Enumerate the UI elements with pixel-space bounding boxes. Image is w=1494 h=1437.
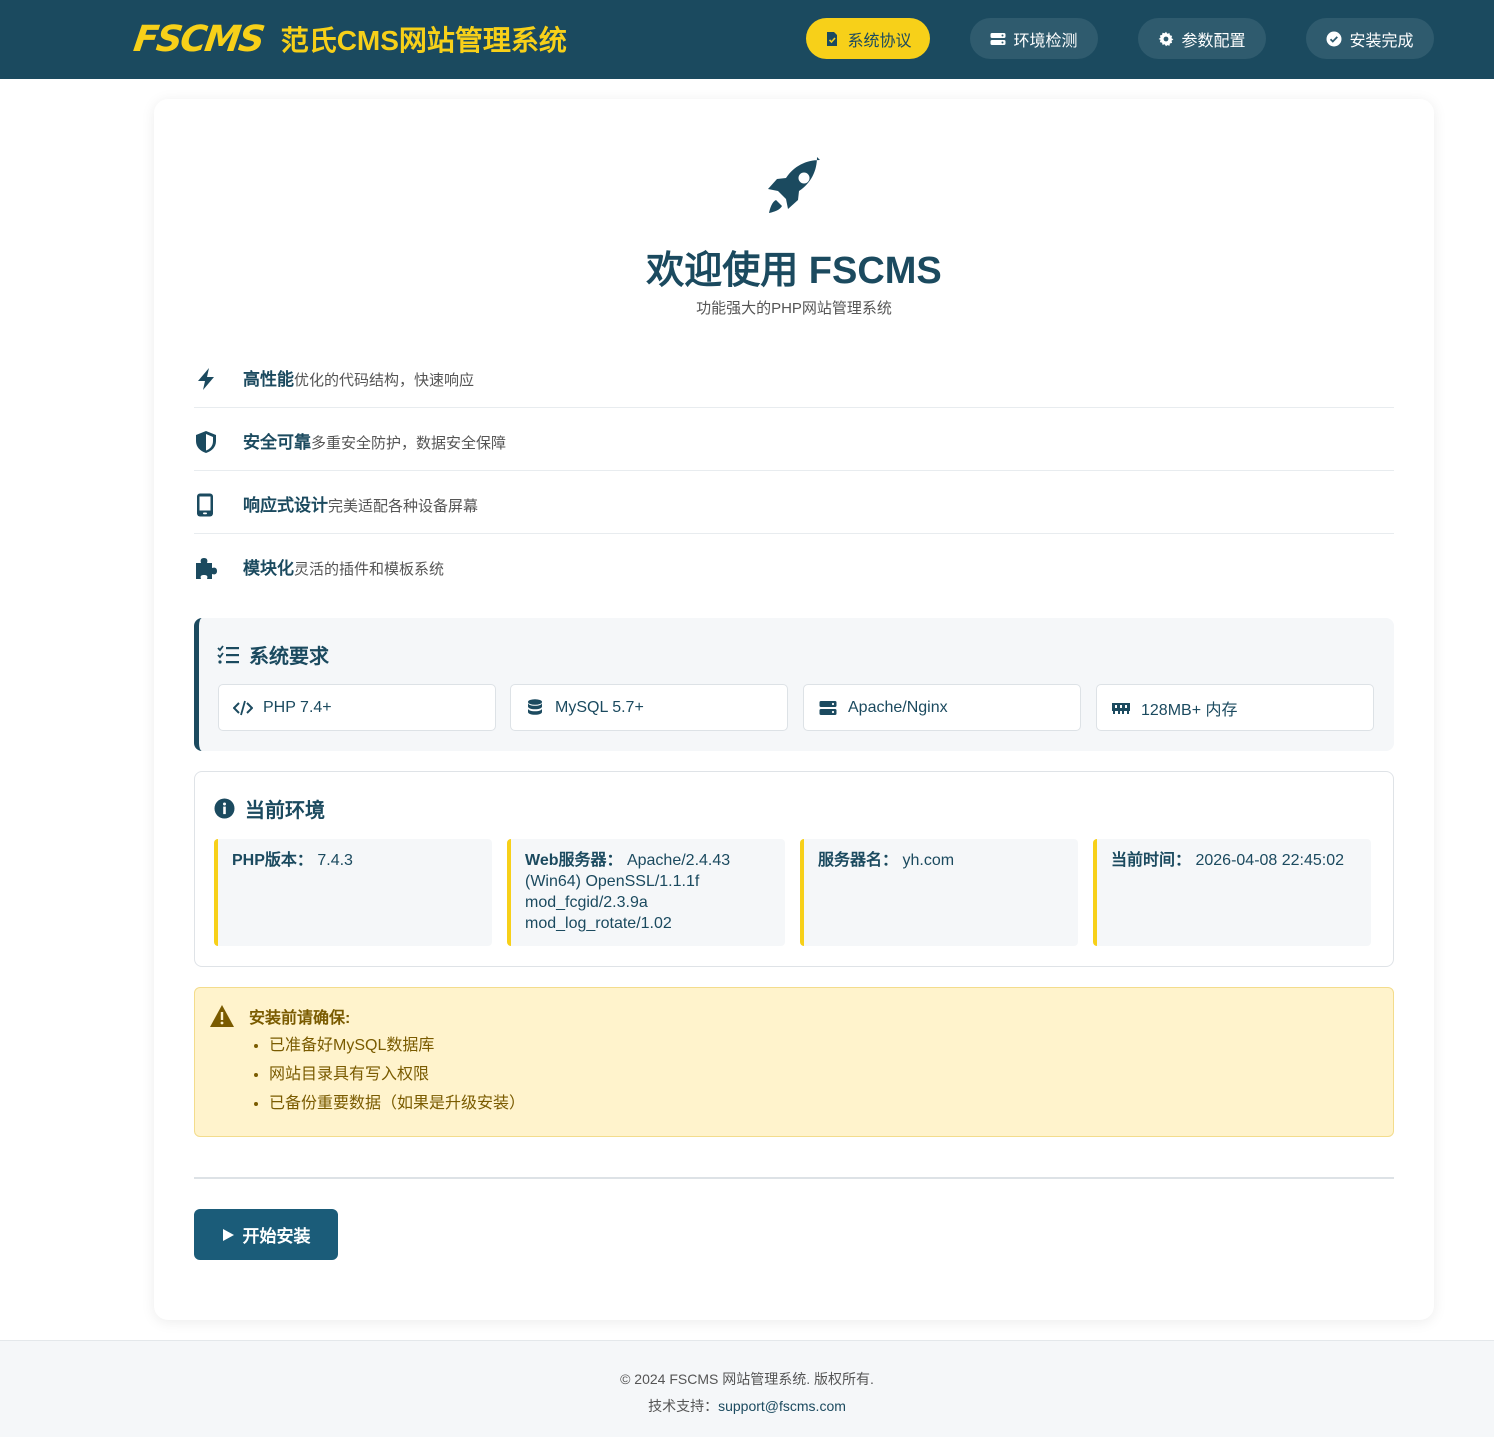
env-value: 2026-04-08 22:45:02 [1195,852,1345,869]
feature-item: 高性能优化的代码结构，快速响应 [194,345,1394,408]
footer: © 2024 FSCMS 网站管理系统. 版权所有. 技术支持：support@… [0,1340,1494,1437]
env-current-time: 当前时间： 2026-04-08 22:45:02 [1093,839,1371,946]
support-line: 技术支持：support@fscms.com [0,1396,1494,1416]
env-label: Web服务器： [525,852,623,869]
logo-mark: FSCMS [131,18,266,60]
feature-title: 安全可靠 [243,433,311,452]
feature-title: 高性能 [243,370,294,389]
check-circle-icon [1326,31,1342,46]
server-icon [990,32,1006,45]
feature-desc: 灵活的插件和模板系统 [294,561,445,578]
step-config[interactable]: 参数配置 [1138,18,1266,59]
welcome-title: 欢迎使用 FSCMS [646,250,942,292]
memory-icon [1112,702,1130,714]
env-label: PHP版本： [232,852,313,869]
warning-title: 安装前请确保: [249,1010,351,1027]
top-navbar: FSCMS 范氏CMS网站管理系统 系统协议 环境检测 参数配置 安装完成 [0,0,1494,79]
env-value: 7.4.3 [317,852,353,869]
step-complete[interactable]: 安装完成 [1306,18,1434,59]
env-server-name: 服务器名： yh.com [800,839,1078,946]
step-label: 系统协议 [847,32,912,50]
requirement-mysql: MySQL 5.7+ [510,684,788,731]
requirement-webserver: Apache/Nginx [803,684,1081,731]
puzzle-icon [196,558,217,579]
server-icon [819,700,837,715]
support-email-link[interactable]: support@fscms.com [718,1398,846,1414]
requirements-title: 系统要求 [217,640,329,669]
warning-item: 网站目录具有写入权限 [269,1065,525,1094]
environment-panel: 当前环境 PHP版本： 7.4.3 Web服务器： Apache/2.4.43 … [194,771,1394,967]
feature-list: 高性能优化的代码结构，快速响应 安全可靠多重安全防护，数据安全保障 响应式设计完… [194,345,1394,597]
welcome-subtitle: 功能强大的PHP网站管理系统 [696,300,892,317]
rocket-icon [768,157,820,213]
shield-icon [196,431,216,453]
feature-item: 模块化灵活的插件和模板系统 [194,534,1394,597]
warning-list: 已准备好MySQL数据库 网站目录具有写入权限 已备份重要数据（如果是升级安装） [269,1036,525,1123]
mobile-icon [197,493,213,517]
warning-item: 已准备好MySQL数据库 [269,1036,525,1065]
code-icon [233,700,253,715]
step-environment[interactable]: 环境检测 [970,18,1098,59]
environment-title: 当前环境 [214,794,325,823]
env-php-version: PHP版本： 7.4.3 [214,839,492,946]
document-icon [827,31,838,46]
bolt-icon [198,368,214,390]
env-web-server: Web服务器： Apache/2.4.43 (Win64) OpenSSL/1.… [507,839,785,946]
logo[interactable]: FSCMS 范氏CMS网站管理系统 [131,17,567,61]
main-card: 欢迎使用 FSCMS 功能强大的PHP网站管理系统 高性能优化的代码结构，快速响… [154,99,1434,1320]
feature-desc: 完美适配各种设备屏幕 [328,498,479,515]
support-label: 技术支持： [648,1398,719,1414]
feature-item: 安全可靠多重安全防护，数据安全保障 [194,408,1394,471]
env-value: yh.com [902,852,955,869]
play-icon [222,1228,234,1241]
step-label: 参数配置 [1181,32,1246,50]
gear-icon [1159,31,1174,46]
feature-title: 响应式设计 [243,496,328,515]
step-label: 安装完成 [1349,32,1414,50]
feature-item: 响应式设计完美适配各种设备屏幕 [194,471,1394,534]
feature-desc: 多重安全防护，数据安全保障 [311,435,507,452]
env-label: 当前时间： [1111,852,1192,869]
step-label: 环境检测 [1013,32,1078,50]
info-icon [214,798,235,819]
site-title: 范氏CMS网站管理系统 [280,25,567,56]
feature-title: 模块化 [243,559,294,578]
warning-item: 已备份重要数据（如果是升级安装） [269,1094,525,1123]
requirement-php: PHP 7.4+ [218,684,496,731]
step-agreement[interactable]: 系统协议 [806,18,930,59]
env-label: 服务器名： [818,852,899,869]
copyright: © 2024 FSCMS 网站管理系统. 版权所有. [620,1371,874,1387]
database-icon [528,698,542,715]
feature-desc: 优化的代码结构，快速响应 [294,372,475,389]
list-check-icon [217,644,239,664]
warning-alert: 安装前请确保: 已准备好MySQL数据库 网站目录具有写入权限 已备份重要数据（… [194,987,1394,1137]
requirements-panel: 系统要求 PHP 7.4+ MySQL 5.7+ Apache/Nginx 12… [194,618,1394,751]
warning-icon [210,1005,234,1027]
requirement-memory: 128MB+ 内存 [1096,684,1374,731]
divider [194,1177,1394,1179]
start-install-button[interactable]: 开始安装 [194,1209,338,1260]
